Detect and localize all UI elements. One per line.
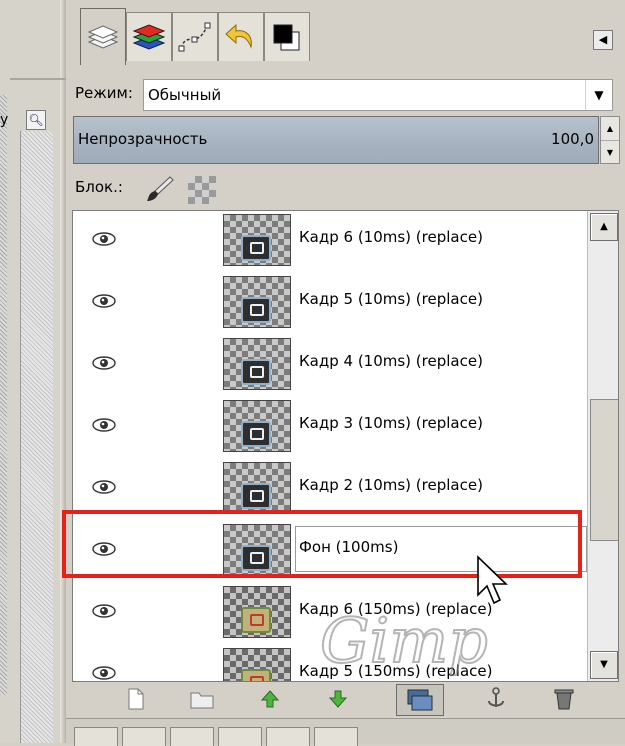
tab-paths[interactable] (172, 12, 218, 61)
layer-row[interactable]: Кадр 5 (150ms) (replace) (73, 642, 587, 682)
bottom-tab[interactable] (314, 727, 358, 746)
colors-icon (273, 24, 300, 51)
left-scrollbar[interactable] (20, 131, 53, 743)
spin-down-icon[interactable]: ▼ (601, 141, 619, 164)
layer-row[interactable]: Кадр 5 (10ms) (replace) (73, 270, 587, 332)
anchor-layer-icon (488, 687, 504, 707)
new-group-icon (190, 692, 214, 709)
tab-colors[interactable] (264, 12, 310, 61)
mode-label: Режим: (75, 84, 133, 102)
layers-scrollbar[interactable]: ▲ ▼ (587, 211, 618, 681)
mode-value: Обычный (148, 86, 222, 104)
mode-select[interactable]: Обычный ▼ (143, 79, 613, 111)
layer-preview-image (241, 669, 271, 681)
bottom-dock-tabs (66, 718, 625, 746)
new-group-button[interactable] (184, 684, 220, 714)
layer-thumbnail[interactable] (223, 462, 291, 514)
layer-row[interactable]: Кадр 4 (10ms) (replace) (73, 332, 587, 394)
mouse-cursor-icon (477, 555, 508, 605)
chevron-down-icon[interactable]: ▼ (585, 80, 612, 110)
undo-history-icon (225, 23, 252, 49)
layer-name[interactable]: Кадр 6 (150ms) (replace) (299, 600, 492, 618)
duplicate-layer-icon (407, 689, 433, 711)
visibility-eye-icon[interactable] (91, 230, 117, 248)
left-panel: у 🔍︎ ▲ (0, 0, 66, 743)
visibility-eye-icon[interactable] (91, 292, 117, 310)
layer-preview-image (241, 607, 271, 633)
lower-layer-icon (328, 690, 348, 708)
delete-layer-icon (554, 689, 574, 710)
layer-name[interactable]: Кадр 5 (150ms) (replace) (299, 662, 492, 680)
scroll-down-icon[interactable]: ▼ (590, 651, 618, 679)
layer-preview-image (241, 359, 271, 385)
bottom-tab[interactable] (218, 727, 262, 746)
layer-thumbnail[interactable] (223, 338, 291, 390)
tab-undo-history[interactable] (218, 12, 264, 61)
tab-layers[interactable] (80, 8, 126, 65)
opacity-slider[interactable]: Непрозрачность 100,0 (73, 116, 599, 164)
new-layer-icon (128, 688, 144, 710)
left-panel-label: у (0, 112, 9, 128)
bottom-tab[interactable] (266, 727, 310, 746)
duplicate-layer-button[interactable] (396, 684, 444, 716)
channels-icon (132, 24, 166, 50)
bottom-tab[interactable] (170, 727, 214, 746)
lower-layer-button[interactable] (320, 684, 356, 714)
layers-toolbar (66, 682, 625, 718)
visibility-eye-icon[interactable] (91, 416, 117, 434)
visibility-eye-icon[interactable] (91, 602, 117, 620)
scroll-up-icon[interactable]: ▲ (590, 213, 618, 241)
opacity-value: 100,0 (551, 130, 594, 148)
panel-divider[interactable] (60, 0, 66, 743)
layer-thumbnail[interactable] (223, 586, 291, 638)
opacity-label: Непрозрачность (78, 130, 208, 148)
lock-alpha-icon[interactable] (188, 176, 216, 204)
raise-layer-icon (260, 690, 280, 708)
panel-grip[interactable] (0, 95, 7, 695)
layer-thumbnail[interactable] (223, 400, 291, 452)
layer-name[interactable]: Кадр 5 (10ms) (replace) (299, 290, 483, 308)
layers-icon (87, 25, 119, 49)
layer-row[interactable]: Кадр 6 (10ms) (replace) (73, 211, 587, 270)
bottom-tab[interactable] (74, 727, 118, 746)
layer-preview-image (241, 483, 271, 509)
bottom-tab[interactable] (122, 727, 166, 746)
layer-thumbnail[interactable] (223, 214, 291, 266)
layer-row[interactable]: Кадр 2 (10ms) (replace) (73, 456, 587, 518)
raise-layer-button[interactable] (252, 684, 288, 714)
delete-layer-button[interactable] (546, 684, 582, 714)
layer-name[interactable]: Кадр 2 (10ms) (replace) (299, 476, 483, 494)
layers-list[interactable]: Кадр 6 (10ms) (replace) Кадр 5 (10ms) (re… (72, 210, 619, 682)
panel-menu-button[interactable]: ◀ (593, 30, 613, 50)
panel-separator (10, 78, 66, 80)
layer-preview-image (241, 235, 271, 261)
opacity-spinner[interactable]: ▲ ▼ (600, 116, 620, 164)
new-layer-button[interactable] (118, 684, 154, 714)
layer-name[interactable]: Кадр 3 (10ms) (replace) (299, 414, 483, 432)
layer-name[interactable]: Кадр 4 (10ms) (replace) (299, 352, 483, 370)
layer-thumbnail[interactable] (223, 276, 291, 328)
layer-name[interactable]: Кадр 6 (10ms) (replace) (299, 228, 483, 246)
lock-label: Блок.: (75, 178, 123, 196)
paths-icon (178, 22, 211, 52)
lock-pixels-brush-icon[interactable] (144, 174, 176, 204)
visibility-eye-icon[interactable] (91, 354, 117, 372)
layer-thumbnail[interactable] (223, 648, 291, 681)
zoom-icon[interactable]: 🔍︎ (26, 110, 46, 130)
layer-preview-image (241, 421, 271, 447)
dock-tabs: ◀ (66, 0, 625, 70)
layer-row[interactable]: Кадр 3 (10ms) (replace) (73, 394, 587, 456)
spin-up-icon[interactable]: ▲ (601, 117, 619, 141)
layer-preview-image (241, 297, 271, 323)
visibility-eye-icon[interactable] (91, 478, 117, 496)
tab-channels[interactable] (126, 12, 172, 61)
visibility-eye-icon[interactable] (91, 664, 117, 682)
scrollbar-thumb[interactable] (590, 399, 618, 541)
anchor-layer-button[interactable] (478, 684, 514, 714)
